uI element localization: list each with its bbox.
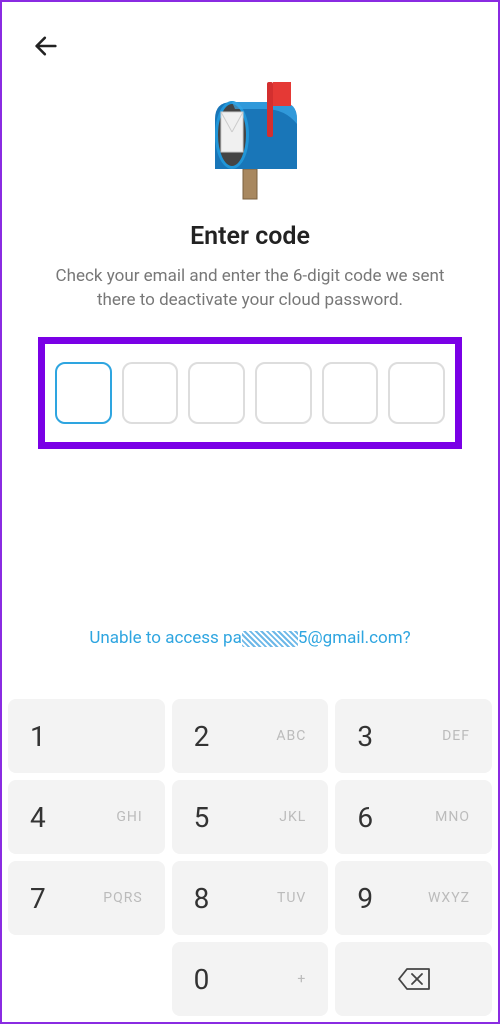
code-digit-3[interactable] bbox=[188, 362, 245, 424]
keypad-letters: MNO bbox=[435, 809, 470, 825]
keypad-letters: PQRS bbox=[103, 890, 142, 906]
keypad-letters: DEF bbox=[442, 728, 470, 744]
keypad-digit: 4 bbox=[30, 801, 46, 834]
backspace-icon bbox=[397, 967, 431, 991]
page-title: Enter code bbox=[2, 222, 498, 251]
mailbox-icon bbox=[185, 74, 315, 204]
keypad-9[interactable]: 9 WXYZ bbox=[335, 861, 492, 935]
keypad-letters: TUV bbox=[277, 890, 306, 906]
mailbox-illustration bbox=[2, 74, 498, 204]
numeric-keypad: 1 2 ABC 3 DEF 4 GHI 5 JKL 6 MNO 7 PQRS 8… bbox=[2, 693, 498, 1022]
redacted-text bbox=[242, 631, 298, 647]
keypad-2[interactable]: 2 ABC bbox=[172, 699, 329, 773]
keypad-8[interactable]: 8 TUV bbox=[172, 861, 329, 935]
keypad-backspace[interactable] bbox=[335, 942, 492, 1016]
code-digit-5[interactable] bbox=[322, 362, 379, 424]
keypad-digit: 8 bbox=[194, 882, 210, 915]
email-link-suffix: 5@gmail.com? bbox=[298, 628, 411, 648]
keypad-1[interactable]: 1 bbox=[8, 699, 165, 773]
code-digit-1[interactable] bbox=[55, 362, 112, 424]
code-digit-2[interactable] bbox=[122, 362, 179, 424]
keypad-digit: 2 bbox=[194, 720, 210, 753]
keypad-3[interactable]: 3 DEF bbox=[335, 699, 492, 773]
keypad-letters: + bbox=[297, 971, 306, 987]
email-link-prefix: Unable to access pa bbox=[89, 628, 242, 648]
keypad-digit: 7 bbox=[30, 882, 46, 915]
keypad-digit: 5 bbox=[194, 801, 210, 834]
code-input-group bbox=[38, 337, 462, 449]
arrow-left-icon bbox=[32, 32, 60, 60]
keypad-digit: 9 bbox=[357, 882, 373, 915]
code-digit-6[interactable] bbox=[388, 362, 445, 424]
unable-access-email-link[interactable]: Unable to access pa 5@gmail.com? bbox=[2, 628, 498, 648]
keypad-digit: 0 bbox=[194, 963, 210, 996]
keypad-digit: 3 bbox=[357, 720, 373, 753]
keypad-letters: ABC bbox=[276, 728, 306, 744]
back-button[interactable] bbox=[32, 32, 468, 64]
code-digit-4[interactable] bbox=[255, 362, 312, 424]
keypad-letters: WXYZ bbox=[428, 890, 470, 906]
keypad-digit: 1 bbox=[30, 720, 46, 753]
keypad-digit: 6 bbox=[357, 801, 373, 834]
keypad-letters: JKL bbox=[279, 809, 306, 825]
keypad-5[interactable]: 5 JKL bbox=[172, 780, 329, 854]
page-subtitle: Check your email and enter the 6-digit c… bbox=[40, 265, 460, 313]
keypad-4[interactable]: 4 GHI bbox=[8, 780, 165, 854]
keypad-letters: GHI bbox=[116, 809, 142, 825]
keypad-7[interactable]: 7 PQRS bbox=[8, 861, 165, 935]
keypad-0[interactable]: 0 + bbox=[172, 942, 329, 1016]
keypad-6[interactable]: 6 MNO bbox=[335, 780, 492, 854]
